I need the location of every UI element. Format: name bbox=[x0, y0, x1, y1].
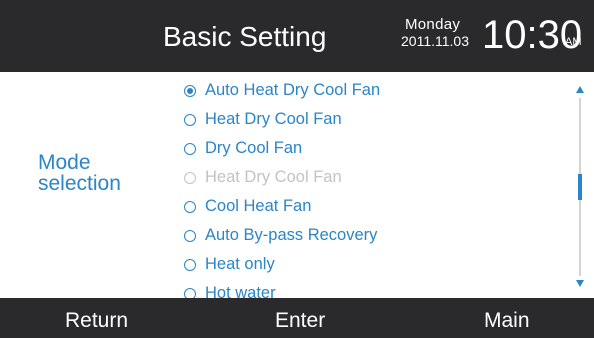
scroll-up-icon[interactable] bbox=[576, 86, 584, 93]
scrollbar-thumb[interactable] bbox=[578, 174, 582, 200]
radio-unchecked-icon[interactable] bbox=[184, 229, 196, 242]
weekday-label: Monday bbox=[405, 16, 461, 33]
radio-unchecked-icon bbox=[184, 171, 196, 184]
page-title: Basic Setting bbox=[163, 21, 327, 52]
section-label: Mode selection bbox=[38, 152, 158, 194]
mode-option-label: Cool Heat Fan bbox=[205, 197, 312, 215]
date-label: 2011.11.03 bbox=[401, 33, 469, 49]
mode-option[interactable]: Auto Heat Dry Cool Fan bbox=[184, 76, 564, 105]
radio-unchecked-icon[interactable] bbox=[184, 258, 196, 271]
footer-bar: Return Enter Main bbox=[0, 298, 594, 338]
radio-unchecked-icon[interactable] bbox=[184, 142, 196, 155]
mode-option-label: Heat Dry Cool Fan bbox=[205, 110, 342, 128]
clock-ampm: AM bbox=[565, 36, 582, 48]
main-panel: Mode selection Auto Heat Dry Cool Fan Hea… bbox=[0, 72, 594, 302]
mode-option[interactable]: Heat Dry Cool Fan bbox=[184, 105, 564, 134]
radio-checked-icon[interactable] bbox=[184, 84, 196, 97]
section-label-line-1: Mode bbox=[38, 151, 91, 174]
mode-option-label: Heat Dry Cool Fan bbox=[205, 168, 342, 186]
mode-option-label: Auto Heat Dry Cool Fan bbox=[205, 81, 381, 99]
return-button[interactable]: Return bbox=[65, 308, 128, 334]
mode-option[interactable]: Auto By-pass Recovery bbox=[184, 221, 564, 250]
mode-option: Heat Dry Cool Fan bbox=[184, 163, 564, 192]
mode-option[interactable]: Heat only bbox=[184, 250, 564, 279]
main-button[interactable]: Main bbox=[484, 308, 530, 334]
section-label-line-2: selection bbox=[38, 172, 121, 195]
enter-button[interactable]: Enter bbox=[275, 308, 325, 334]
radio-unchecked-icon[interactable] bbox=[184, 200, 196, 213]
mode-option[interactable]: Cool Heat Fan bbox=[184, 192, 564, 221]
radio-unchecked-icon[interactable] bbox=[184, 113, 196, 126]
mode-option[interactable]: Dry Cool Fan bbox=[184, 134, 564, 163]
clock-time: 10:30 bbox=[482, 13, 583, 57]
mode-option-label: Heat only bbox=[205, 255, 275, 273]
mode-option-label: Auto By-pass Recovery bbox=[205, 226, 378, 244]
scroll-down-icon[interactable] bbox=[576, 280, 584, 287]
mode-option-label: Dry Cool Fan bbox=[205, 139, 303, 157]
mode-option-list: Auto Heat Dry Cool Fan Heat Dry Cool Fan D… bbox=[184, 76, 564, 308]
header-bar: Basic Setting Monday 2011.11.03 10:30 AM bbox=[0, 0, 594, 72]
